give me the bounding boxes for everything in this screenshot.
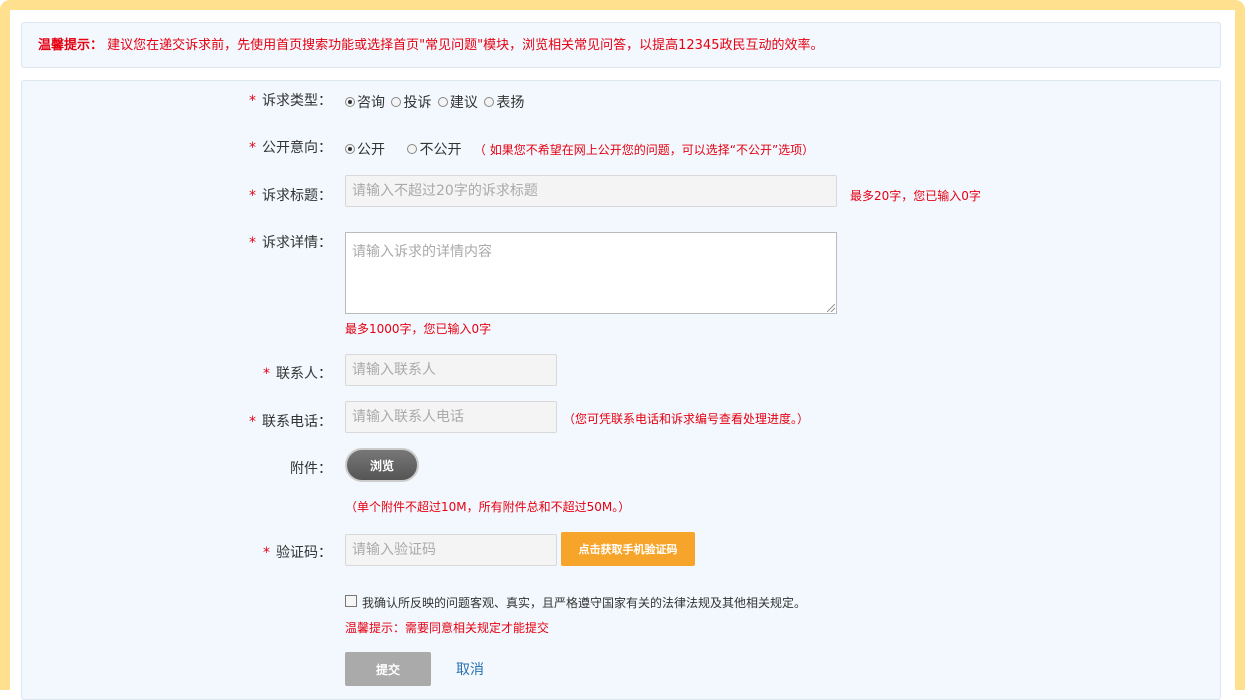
public-label: * 公开意向： xyxy=(249,140,332,156)
title-input[interactable]: 请输入不超过20字的诉求标题 xyxy=(345,175,837,207)
cancel-link[interactable]: 取消 xyxy=(456,659,484,679)
phone-input[interactable]: 请输入联系人电话 xyxy=(345,401,557,433)
radio-checked-icon[interactable] xyxy=(345,97,355,107)
detail-label: * 诉求详情： xyxy=(249,235,332,251)
notice-text: 建议您在递交诉求前，先使用首页搜索功能或选择首页"常见问题"模块，浏览相关常见问… xyxy=(107,38,824,53)
contact-label: * 联系人： xyxy=(263,366,332,382)
radio-icon[interactable] xyxy=(484,97,495,107)
contact-input[interactable]: 请输入联系人 xyxy=(345,354,557,386)
radio-icon[interactable] xyxy=(391,97,402,107)
type-radio-group: 咨询 投诉 建议 表扬 xyxy=(345,92,526,112)
required-mark: * xyxy=(263,366,270,382)
get-sms-code-button[interactable]: 点击获取手机验证码 xyxy=(561,532,695,566)
captcha-input[interactable]: 请输入验证码 xyxy=(345,534,557,566)
attachment-label: 附件： xyxy=(290,461,332,477)
required-mark: * xyxy=(263,545,270,561)
public-option-private[interactable]: 不公开 xyxy=(407,139,461,159)
detail-textarea[interactable]: 请输入诉求的详情内容 xyxy=(345,232,837,314)
submit-button[interactable]: 提交 xyxy=(345,652,431,686)
type-label: * 诉求类型： xyxy=(249,93,332,109)
agree-checkbox[interactable] xyxy=(345,595,357,607)
agree-text: 我确认所反映的问题客观、真实，且严格遵守国家有关的法律法规及其他相关规定。 xyxy=(362,596,807,610)
required-mark: * xyxy=(249,414,256,430)
type-option-praise[interactable]: 表扬 xyxy=(484,92,524,112)
captcha-label: * 验证码： xyxy=(263,545,332,561)
required-mark: * xyxy=(249,140,256,156)
attachment-hint: （单个附件不超过10M，所有附件总和不超过50M。） xyxy=(345,500,631,514)
detail-counter: 最多1000字，您已输入0字 xyxy=(345,322,492,336)
type-option-suggestion[interactable]: 建议 xyxy=(437,92,478,112)
browse-button[interactable]: 浏览 xyxy=(345,448,419,482)
radio-checked-icon[interactable] xyxy=(345,144,355,154)
public-option-public[interactable]: 公开 xyxy=(345,139,385,159)
title-counter: 最多20字，您已输入0字 xyxy=(850,189,981,203)
required-mark: * xyxy=(249,235,256,251)
phone-label: * 联系电话： xyxy=(249,414,332,430)
type-option-consult[interactable]: 咨询 xyxy=(345,92,385,112)
agree-hint: 温馨提示：需要同意相关规定才能提交 xyxy=(345,621,550,635)
radio-icon[interactable] xyxy=(437,97,448,107)
public-radio-group: 公开 不公开 （ 如果您不希望在网上公开您的问题，可以选择“不公开”选项） xyxy=(345,139,814,159)
public-hint: （ 如果您不希望在网上公开您的问题，可以选择“不公开”选项） xyxy=(473,143,815,157)
required-mark: * xyxy=(249,188,256,204)
resize-handle-icon[interactable] xyxy=(827,304,835,312)
radio-icon[interactable] xyxy=(407,144,418,154)
title-label: * 诉求标题： xyxy=(249,188,332,204)
phone-hint: （您可凭联系电话和诉求编号查看处理进度。） xyxy=(563,412,810,426)
type-option-complaint[interactable]: 投诉 xyxy=(391,92,431,112)
notice-banner: 温馨提示： 建议您在递交诉求前，先使用首页搜索功能或选择首页"常见问题"模块，浏… xyxy=(21,22,1221,68)
required-mark: * xyxy=(249,93,256,109)
notice-label: 温馨提示： xyxy=(38,38,104,53)
